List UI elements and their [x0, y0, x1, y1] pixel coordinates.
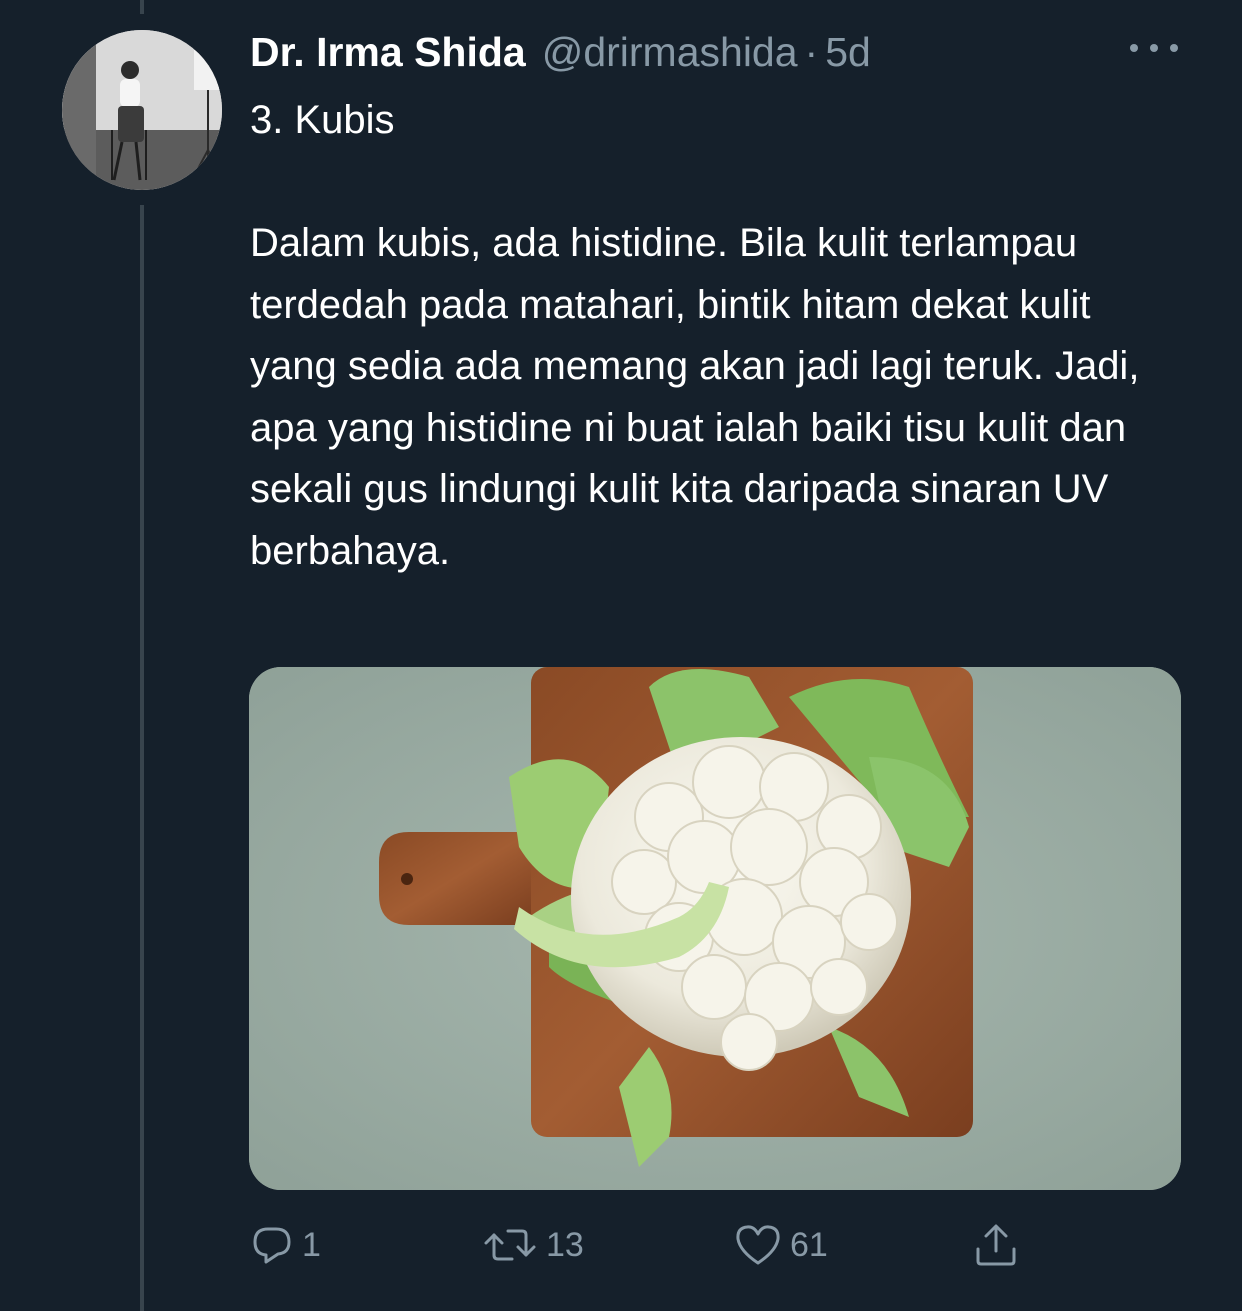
reply-count: 1 — [302, 1225, 321, 1264]
retweet-count: 13 — [546, 1225, 584, 1264]
reply-icon — [253, 1227, 291, 1264]
share-button[interactable] — [972, 1215, 1028, 1275]
retweet-icon — [484, 1229, 536, 1261]
retweet-button[interactable]: 13 — [482, 1215, 584, 1275]
user-handle[interactable]: @drirmashida — [542, 26, 798, 78]
more-icon[interactable] — [1130, 36, 1178, 60]
display-name[interactable]: Dr. Irma Shida — [250, 26, 526, 78]
cauliflower-photo — [249, 667, 1181, 1190]
tweet-text: 3. Kubis Dalam kubis, ada histidine. Bil… — [250, 98, 1140, 573]
timestamp[interactable]: 5d — [825, 26, 871, 78]
separator-dot: · — [804, 29, 819, 75]
tweet-header: Dr. Irma Shida @drirmashida · 5d — [250, 26, 1182, 78]
thread-line-top — [140, 0, 144, 14]
like-button[interactable]: 61 — [734, 1215, 828, 1275]
reply-button[interactable]: 1 — [250, 1215, 321, 1275]
tweet-actions: 1 13 61 — [250, 1215, 1050, 1275]
avatar[interactable] — [62, 30, 222, 190]
like-count: 61 — [790, 1225, 828, 1264]
tweet-image[interactable] — [249, 667, 1181, 1190]
heart-icon — [736, 1225, 780, 1265]
share-icon — [976, 1224, 1016, 1266]
thread-line — [140, 205, 144, 1311]
avatar-photo — [62, 30, 222, 190]
